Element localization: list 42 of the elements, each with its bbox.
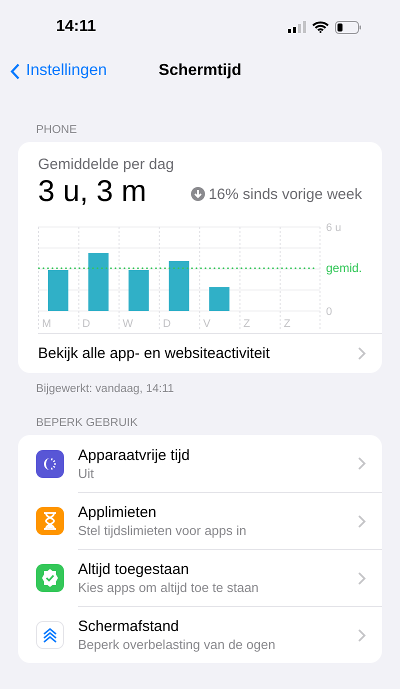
activity-link[interactable]: Bekijk alle app- en websiteactiviteit — [38, 333, 382, 373]
summary-label: Gemiddelde per dag — [38, 156, 175, 173]
chevron-icon — [358, 572, 366, 584]
axis-label: Z — [243, 318, 250, 329]
status-time: 14:11 — [56, 18, 96, 36]
back-link[interactable]: Instellingen — [10, 62, 107, 80]
section-header: BEPERK GEBRUIK — [36, 417, 139, 429]
axis-label: M — [42, 318, 52, 329]
page-title: Schermtijd — [158, 62, 242, 80]
chart-bar — [48, 270, 68, 311]
axis-label: V — [203, 318, 210, 329]
moon-clock-icon — [36, 450, 64, 478]
axis-label: 6 u — [326, 222, 342, 234]
axis-label: 0 — [326, 306, 332, 318]
chevron-icon — [358, 628, 366, 642]
axis-label: Z — [284, 318, 290, 329]
battery-icon — [335, 20, 362, 34]
wifi-icon — [312, 21, 329, 33]
double-chevron-up-icon — [36, 620, 64, 648]
updated-note: Bijgewerkt: vandaag, 14:11 — [36, 383, 175, 395]
daily-average: 3 u, 3 m — [38, 175, 146, 209]
signal-icon — [288, 21, 306, 33]
chevron-icon — [358, 457, 366, 470]
settings-row[interactable]: Apparaatvrije tijd Uit — [18, 435, 382, 492]
back-chevron-icon — [10, 62, 20, 80]
chevron-icon — [358, 514, 366, 528]
axis-label: D — [162, 318, 171, 329]
chart-bar — [168, 261, 190, 311]
chart-bar — [88, 253, 109, 311]
hourglass-icon — [36, 506, 64, 534]
average-label: gemid. — [326, 261, 362, 276]
chevron-icon — [358, 347, 366, 360]
chart-bar — [128, 270, 149, 311]
axis-label: W — [122, 318, 133, 329]
settings-row[interactable]: Schermafstand Beperk overbelasting van de ogen — [18, 606, 382, 663]
weekly-change: 16% sinds vorige week — [190, 186, 362, 202]
section-header: PHONE — [36, 124, 78, 136]
settings-row[interactable]: Applimieten Stel tijdslimieten voor apps in — [18, 492, 382, 549]
settings-row[interactable]: Altijd toegestaan Kies apps om altijd toe te staan — [18, 549, 382, 606]
axis-label: D — [82, 318, 90, 329]
chart-bar — [209, 287, 230, 311]
checkmark-badge-icon — [36, 564, 64, 592]
